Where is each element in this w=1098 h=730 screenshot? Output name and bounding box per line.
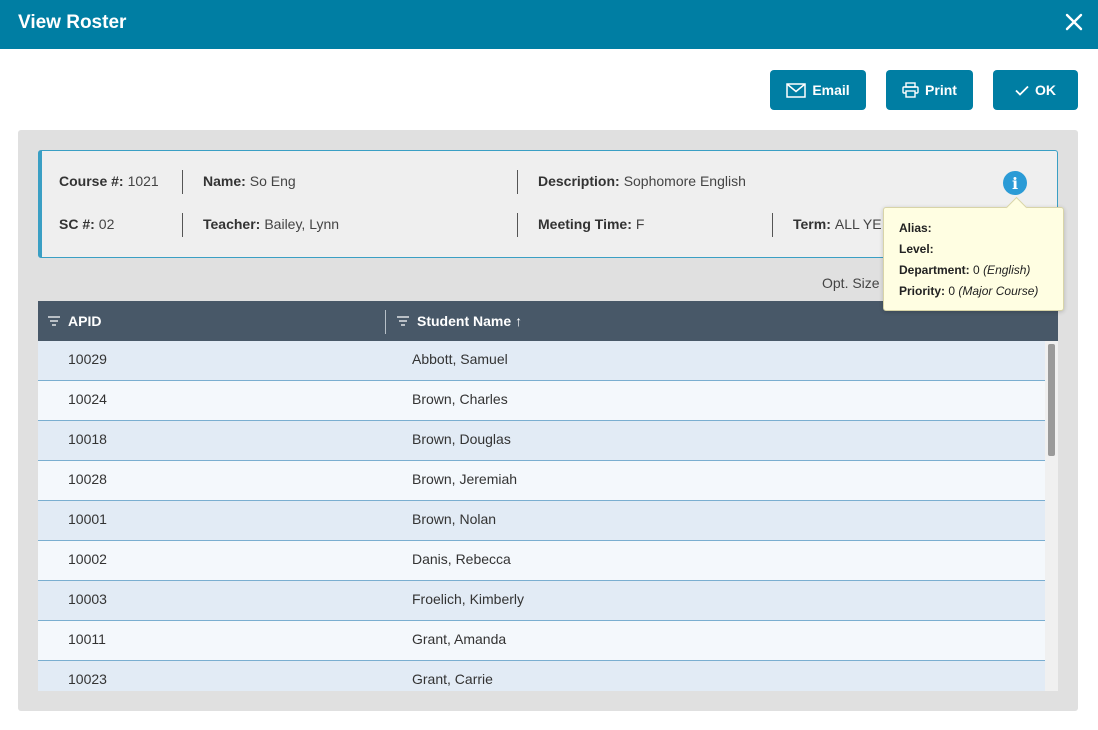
field-divider: [517, 170, 518, 194]
course-number-value: 1021: [127, 173, 159, 189]
description-label: Description:: [538, 173, 620, 189]
info-icon[interactable]: i: [1003, 171, 1027, 195]
apid-cell: 10018: [68, 431, 107, 447]
table-row[interactable]: 10001 Brown, Nolan: [38, 501, 1045, 541]
priority-note: (Major Course): [958, 284, 1039, 298]
student-name-cell: Brown, Charles: [412, 391, 508, 407]
student-name-cell: Grant, Carrie: [412, 671, 493, 687]
meeting-time-label: Meeting Time:: [538, 216, 632, 232]
tooltip-department-row: Department: 0 (English): [899, 261, 1063, 282]
term-label: Term:: [793, 216, 831, 232]
ok-label: OK: [1035, 82, 1056, 98]
course-name-value: So Eng: [249, 173, 296, 189]
table-row[interactable]: 10024 Brown, Charles: [38, 381, 1045, 421]
printer-icon: [902, 82, 919, 98]
field-divider: [772, 213, 773, 237]
table-row[interactable]: 10002 Danis, Rebecca: [38, 541, 1045, 581]
student-name-cell: Brown, Jeremiah: [412, 471, 518, 487]
column-label-student-name: Student Name: [417, 313, 512, 329]
filter-icon[interactable]: [397, 313, 409, 329]
tooltip-alias-row: Alias:: [899, 219, 1063, 240]
department-label: Department:: [899, 263, 970, 277]
checkmark-icon: [1015, 85, 1029, 96]
course-number-field: Course #: 1021: [59, 173, 159, 189]
grid-scrollbar-thumb[interactable]: [1048, 344, 1055, 456]
sort-ascending-icon: ↑: [515, 313, 523, 329]
student-name-cell: Grant, Amanda: [412, 631, 507, 647]
teacher-value: Bailey, Lynn: [264, 216, 340, 232]
meeting-time-value: F: [635, 216, 645, 232]
apid-cell: 10002: [68, 551, 107, 567]
tooltip-priority-row: Priority: 0 (Major Course): [899, 282, 1063, 303]
course-details-tooltip: Alias: Level: Department: 0 (English) Pr…: [883, 207, 1064, 311]
field-divider: [182, 213, 183, 237]
apid-cell: 10028: [68, 471, 107, 487]
envelope-icon: [786, 82, 807, 98]
dialog-titlebar: View Roster: [0, 0, 1098, 49]
apid-cell: 10023: [68, 671, 107, 687]
email-button[interactable]: Email: [770, 70, 866, 110]
department-value: 0: [973, 263, 980, 277]
print-button[interactable]: Print: [886, 70, 973, 110]
priority-value: 0: [948, 284, 956, 298]
description-value: Sophomore English: [623, 173, 746, 189]
email-label: Email: [812, 82, 850, 98]
close-icon[interactable]: [1062, 10, 1086, 34]
field-divider: [517, 213, 518, 237]
print-label: Print: [925, 82, 957, 98]
table-row[interactable]: 10018 Brown, Douglas: [38, 421, 1045, 461]
description-field: Description: Sophomore English: [538, 173, 746, 189]
table-row[interactable]: 10029 Abbott, Samuel: [38, 341, 1045, 381]
teacher-field: Teacher: Bailey, Lynn: [203, 216, 339, 232]
meeting-time-field: Meeting Time: F: [538, 216, 644, 232]
column-header-apid[interactable]: APID: [48, 301, 101, 341]
student-name-cell: Abbott, Samuel: [412, 351, 508, 367]
table-row[interactable]: 10028 Brown, Jeremiah: [38, 461, 1045, 501]
student-name-cell: Danis, Rebecca: [412, 551, 511, 567]
sc-number-field: SC #: 02: [59, 216, 114, 232]
filter-icon[interactable]: [48, 313, 60, 329]
apid-cell: 10001: [68, 511, 107, 527]
term-field: Term: ALL YE: [793, 216, 882, 232]
sc-number-label: SC #:: [59, 216, 95, 232]
course-name-field: Name: So Eng: [203, 173, 296, 189]
opt-size-label: Opt. Size: [822, 275, 880, 291]
ok-button[interactable]: OK: [993, 70, 1078, 110]
apid-cell: 10024: [68, 391, 107, 407]
apid-cell: 10003: [68, 591, 107, 607]
student-name-cell: Brown, Nolan: [412, 511, 497, 527]
alias-label: Alias:: [899, 221, 932, 235]
apid-cell: 10011: [68, 631, 106, 647]
term-value: ALL YE: [834, 216, 882, 232]
column-label-apid: APID: [68, 313, 102, 329]
dialog-title: View Roster: [18, 12, 127, 33]
level-label: Level:: [899, 242, 934, 256]
department-note: (English): [983, 263, 1031, 277]
table-row[interactable]: 10011 Grant, Amanda: [38, 621, 1045, 661]
field-divider: [182, 170, 183, 194]
sc-number-value: 02: [98, 216, 115, 232]
course-number-label: Course #:: [59, 173, 124, 189]
column-divider[interactable]: [385, 310, 386, 334]
column-header-student-name[interactable]: Student Name ↑: [397, 301, 522, 341]
student-name-cell: Froelich, Kimberly: [412, 591, 525, 607]
teacher-label: Teacher:: [203, 216, 261, 232]
roster-grid-body: 10029 Abbott, Samuel 10024 Brown, Charle…: [38, 341, 1058, 691]
table-row[interactable]: 10003 Froelich, Kimberly: [38, 581, 1045, 621]
priority-label: Priority:: [899, 284, 946, 298]
tooltip-level-row: Level:: [899, 240, 1063, 261]
student-name-cell: Brown, Douglas: [412, 431, 511, 447]
course-name-label: Name:: [203, 173, 246, 189]
apid-cell: 10029: [68, 351, 107, 367]
table-row[interactable]: 10023 Grant, Carrie: [38, 661, 1045, 691]
